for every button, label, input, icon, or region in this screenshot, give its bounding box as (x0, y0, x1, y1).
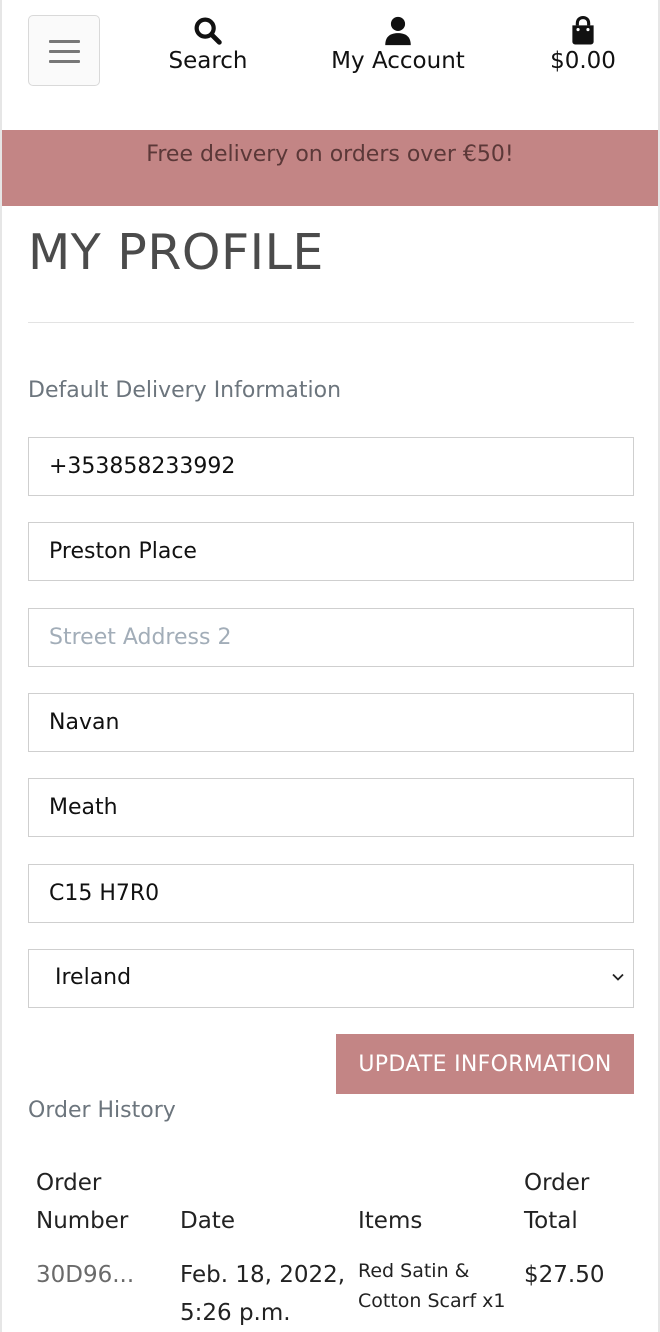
country-select[interactable]: Ireland (28, 949, 634, 1008)
header-items: Items (358, 1208, 423, 1234)
shopping-bag-icon (572, 15, 594, 45)
nav-account-link[interactable]: My Account (322, 14, 474, 74)
hamburger-icon (49, 40, 80, 43)
bag-total: $0.00 (550, 48, 616, 74)
header-order-number: Order Number (36, 1170, 129, 1234)
phone-field (28, 437, 634, 496)
county-input[interactable] (29, 779, 633, 836)
country-selected-value: Ireland (55, 965, 132, 990)
street-address-1-field (28, 522, 634, 581)
town-input[interactable] (29, 694, 633, 751)
top-navbar: Search My Account $0.00 (2, 0, 658, 130)
nav-search-label: Search (168, 48, 248, 74)
header-order-total: Order Total (524, 1170, 590, 1234)
order-history-label: Order History (28, 1098, 176, 1123)
street-address-1-input[interactable] (29, 523, 633, 580)
page-title: MY PROFILE (28, 224, 324, 281)
street-address-2-field (28, 608, 634, 667)
menu-toggle-button[interactable] (28, 15, 100, 86)
delivery-banner: Free delivery on orders over €50! (2, 130, 658, 206)
order-total: $27.50 (524, 1262, 605, 1288)
order-items: Red Satin & Cotton Scarf x1 (358, 1260, 506, 1312)
order-number-link[interactable]: 30D96... (36, 1262, 134, 1288)
county-field (28, 778, 634, 837)
delivery-info-label: Default Delivery Information (28, 378, 342, 403)
town-field (28, 693, 634, 752)
header-date: Date (180, 1208, 235, 1234)
nav-account-label: My Account (331, 48, 465, 74)
search-icon (194, 17, 222, 45)
delivery-banner-text: Free delivery on orders over €50! (146, 142, 514, 167)
title-divider (28, 322, 634, 323)
update-information-button[interactable]: UPDATE INFORMATION (336, 1034, 634, 1094)
nav-bag-link[interactable]: $0.00 (542, 14, 624, 74)
postcode-field (28, 864, 634, 923)
order-date: Feb. 18, 2022, 5:26 p.m. (180, 1262, 346, 1326)
nav-search-link[interactable]: Search (162, 14, 254, 74)
chevron-down-icon (612, 973, 624, 981)
postcode-input[interactable] (29, 865, 633, 922)
phone-input[interactable] (29, 438, 633, 495)
page: Search My Account $0.00 Free delivery on… (0, 0, 660, 1332)
street-address-2-input[interactable] (29, 609, 633, 666)
user-icon (385, 16, 411, 46)
